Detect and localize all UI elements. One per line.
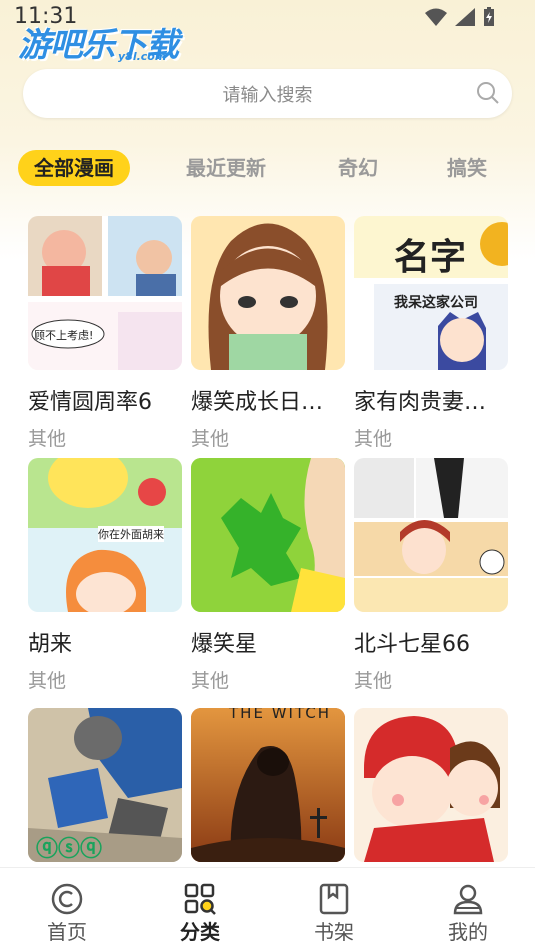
nav-category-label: 分类 [180,920,220,944]
nav-bookshelf[interactable]: 书架 [284,868,384,952]
comic-card[interactable]: THE WITCH [191,708,345,862]
comic-title: 爆笑成长日… [191,390,324,415]
tab-recent-updates[interactable]: 最近更新 [186,150,266,186]
comic-card[interactable]: 你在外面胡来 胡来 其他 [28,458,182,692]
nav-category[interactable]: 分类 [150,868,250,952]
comic-card[interactable]: 顾不上考虑! 爱情圆周率6 其他 [28,216,182,450]
bookshelf-icon [319,883,349,915]
search-placeholder: 请输入搜索 [222,85,313,106]
battery-icon [484,7,494,26]
tab-all-comics[interactable]: 全部漫画 [18,150,130,186]
cover-text: 顾不上考虑! [34,329,94,342]
comic-genre: 其他 [28,428,67,450]
category-tabs: 全部漫画 最近更新 奇幻 搞笑 [0,150,535,188]
comic-genre: 其他 [191,670,230,692]
comic-genre: 其他 [28,670,67,692]
svg-text:ⓠⓢⓠ: ⓠⓢⓠ [36,836,102,862]
comic-cover[interactable]: ⓠⓢⓠ [28,708,182,862]
comic-cover[interactable]: 名字 我呆这家公司 [354,216,508,370]
nav-bookshelf-label: 书架 [314,920,354,944]
comic-card[interactable] [354,708,508,862]
bottom-nav: 首页 分类 书架 我的 [0,867,535,952]
wifi-icon [425,8,447,26]
signal-icon [455,8,475,26]
comic-title: 胡来 [28,632,73,657]
cover-text: 你在外面胡来 [98,526,164,542]
comic-card[interactable]: 北斗七星66 其他 [354,458,508,692]
nav-profile-label: 我的 [448,920,488,944]
tab-fantasy[interactable]: 奇幻 [338,150,378,186]
category-icon [184,883,216,915]
search-icon[interactable] [476,81,500,105]
comic-genre: 其他 [354,670,393,692]
comic-cover[interactable]: 顾不上考虑! [28,216,182,370]
status-icons [425,7,495,27]
comic-title: 北斗七星66 [354,632,470,657]
comic-cover[interactable] [354,708,508,862]
home-icon [51,883,83,915]
comic-cover[interactable] [191,458,345,612]
cover-text: 名字 [394,237,467,278]
comic-genre: 其他 [354,428,393,450]
comic-card[interactable]: ⓠⓢⓠ [28,708,182,862]
comic-cover[interactable]: 你在外面胡来 [28,458,182,612]
comic-cover[interactable]: THE WITCH [191,708,345,862]
comic-cover[interactable] [354,458,508,612]
comic-card[interactable]: 名字 我呆这家公司 家有肉贵妻… 其他 [354,216,508,450]
nav-home-label: 首页 [47,920,87,944]
comic-title: 家有肉贵妻… [354,390,487,415]
comic-cover[interactable] [191,216,345,370]
comic-title: 爱情圆周率6 [28,390,152,415]
profile-icon [453,884,483,915]
comic-card[interactable]: 爆笑成长日… 其他 [191,216,345,450]
comic-title: 爆笑星 [191,632,258,657]
comic-card[interactable]: 爆笑星 其他 [191,458,345,692]
tab-funny[interactable]: 搞笑 [447,150,487,186]
comic-genre: 其他 [191,428,230,450]
search-input[interactable]: 请输入搜索 [23,69,512,118]
nav-profile[interactable]: 我的 [418,868,518,952]
app-logo-subtext: y8l.com [118,50,167,63]
cover-text: THE WITCH [229,708,331,722]
cover-text: 我呆这家公司 [394,295,478,311]
nav-home[interactable]: 首页 [17,868,117,952]
